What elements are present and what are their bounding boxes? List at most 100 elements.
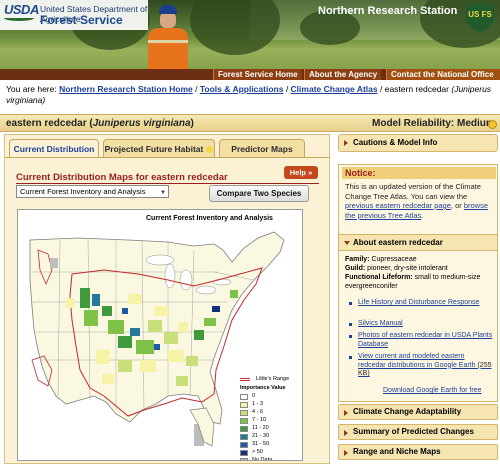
- breadcrumb-prefix: You are here:: [6, 84, 60, 94]
- breadcrumb-separator: /: [192, 84, 200, 94]
- tab-label: Predictor Maps: [231, 144, 293, 154]
- legend-item: 4 - 6: [240, 409, 302, 417]
- notice-text: This is an updated version of the Climat…: [345, 182, 495, 220]
- legend-swatch: [240, 394, 248, 400]
- summary-predicted-changes-header[interactable]: Summary of Predicted Changes: [338, 424, 498, 440]
- guild-label: Guild:: [345, 265, 366, 272]
- legend-swatch: [240, 442, 248, 448]
- star-icon: [206, 146, 214, 154]
- cautions-label: Cautions & Model Info: [353, 138, 438, 147]
- breadcrumb-link-tools[interactable]: Tools & Applications: [200, 84, 284, 94]
- legend-swatch: [240, 410, 248, 416]
- legend-label: > 50: [252, 449, 263, 455]
- notice-text-part: , or: [450, 201, 464, 210]
- importance-value-title: Importance Value: [240, 385, 286, 391]
- breadcrumb-link-atlas[interactable]: Climate Change Atlas: [291, 84, 378, 94]
- map-type-select[interactable]: Current Forest Inventory and Analysis ▼: [16, 185, 169, 198]
- tab-projected-future-habitat[interactable]: Projected Future Habitat: [103, 139, 215, 157]
- help-button[interactable]: Help »: [284, 166, 318, 179]
- range-niche-maps-header[interactable]: Range and Niche Maps: [338, 444, 498, 460]
- lifeform-label: Functional Lifeform:: [345, 274, 413, 281]
- usda-logo: USDA: [4, 3, 39, 23]
- page-title: eastern redcedar (Juniperus virginiana): [6, 118, 194, 129]
- chevron-down-icon: [344, 241, 350, 245]
- family-label: Family:: [345, 256, 370, 263]
- google-earth-link[interactable]: View current and modeled eastern redceda…: [349, 353, 493, 379]
- legend-item: 0: [240, 393, 302, 401]
- legend-swatch: [240, 434, 248, 440]
- breadcrumb-current: eastern redcedar: [384, 84, 449, 94]
- nav-contact-national-office[interactable]: Contact the National Office: [386, 69, 500, 80]
- legend-label: 21 - 30: [252, 433, 270, 439]
- tab-label: Projected Future Habitat: [104, 144, 204, 154]
- tab-predictor-maps[interactable]: Predictor Maps: [219, 139, 305, 157]
- forester-photo: [146, 2, 190, 69]
- section-label: Range and Niche Maps: [353, 447, 441, 456]
- download-google-earth-link[interactable]: Download Google Earth for free: [383, 387, 481, 394]
- previous-species-page-link[interactable]: previous eastern redcedar page: [345, 201, 451, 210]
- legend-label: 0: [252, 393, 256, 399]
- distribution-map[interactable]: Current Forest Inventory and Analysis Li…: [17, 209, 303, 461]
- breadcrumb-link-station-home[interactable]: Northern Research Station Home: [59, 84, 193, 94]
- legend-swatch: [240, 418, 248, 424]
- about-species-label: About eastern redcedar: [353, 238, 443, 247]
- nav-forest-service-home[interactable]: Forest Service Home: [213, 69, 302, 80]
- climate-change-adaptability-header[interactable]: Climate Change Adaptability: [338, 404, 498, 420]
- legend-item: 1 - 3: [240, 401, 302, 409]
- map-title: Current Forest Inventory and Analysis: [146, 215, 273, 222]
- header-banner: USDA United States Department of Agricul…: [0, 0, 500, 69]
- about-species-header[interactable]: About eastern redcedar: [339, 235, 497, 251]
- map-type-select-value: Current Forest Inventory and Analysis: [20, 187, 146, 196]
- chevron-down-icon: ▼: [160, 190, 166, 196]
- legend-label: No Data: [252, 457, 273, 461]
- legend-item: No Data: [240, 457, 302, 461]
- legend-item: 7 - 10: [240, 417, 302, 425]
- family-value: Cupressaceae: [371, 256, 417, 263]
- about-species-box: About eastern redcedar Family: Cupressac…: [338, 234, 498, 402]
- notice-title: Notice:: [342, 167, 496, 179]
- station-name[interactable]: Northern Research Station: [318, 5, 457, 17]
- silvics-manual-link[interactable]: Silvics Manual: [349, 320, 493, 329]
- lifeform-info: Functional Lifeform: small to medium-siz…: [345, 274, 493, 291]
- legend-label: 1 - 3: [252, 401, 264, 407]
- chevron-right-icon: [344, 410, 348, 416]
- link-label: Photos of eastern redcedar in USDA Plant…: [358, 332, 493, 348]
- legend-label: 4 - 6: [252, 409, 264, 415]
- legend-swatch: [240, 426, 248, 432]
- breadcrumb-separator: /: [283, 84, 291, 94]
- chevron-right-icon: [344, 140, 348, 146]
- legend-item: 31 - 50: [240, 441, 302, 449]
- cautions-model-info-header[interactable]: Cautions & Model Info: [338, 134, 498, 152]
- chevron-right-icon: [344, 450, 348, 456]
- distribution-panel: Current Distribution Projected Future Ha…: [4, 134, 330, 464]
- reliability-indicator-icon: [488, 120, 497, 129]
- nav-about-the-agency[interactable]: About the Agency: [304, 69, 382, 80]
- usda-logo-box[interactable]: USDA United States Department of Agricul…: [0, 0, 148, 30]
- guild-info: Guild: pioneer, dry-site intolerant: [345, 265, 493, 274]
- notice-text-part: .: [421, 210, 424, 220]
- guild-value: pioneer, dry-site intolerant: [367, 265, 448, 272]
- legend-swatch: [240, 402, 248, 408]
- legend-item: 11 - 20: [240, 425, 302, 433]
- top-navigation: Forest Service Home About the Agency Con…: [0, 69, 500, 80]
- model-reliability: Model Reliability: Medium: [372, 118, 495, 129]
- littles-range-swatch: [240, 378, 250, 381]
- section-label: Summary of Predicted Changes: [353, 427, 474, 436]
- notice-text-part: This is an updated version of the Climat…: [345, 182, 481, 201]
- link-label: Silvics Manual: [358, 320, 403, 327]
- link-label: Life History and Disturbance Response: [358, 299, 480, 306]
- link-label: View current and modeled eastern redceda…: [358, 353, 476, 369]
- legend-label: 31 - 50: [252, 441, 270, 447]
- agency-name: Forest Service: [40, 13, 123, 27]
- legend-item: > 50: [240, 449, 302, 457]
- legend-swatch: [240, 458, 248, 460]
- section-label: Climate Change Adaptability: [353, 407, 462, 416]
- life-history-link[interactable]: Life History and Disturbance Response: [349, 299, 493, 308]
- usda-plants-photos-link[interactable]: Photos of eastern redcedar in USDA Plant…: [349, 332, 493, 349]
- compare-two-species-button[interactable]: Compare Two Species: [209, 185, 309, 202]
- species-common-name: eastern redcedar: [6, 118, 87, 129]
- species-title-bar: eastern redcedar (Juniperus virginiana) …: [0, 114, 500, 132]
- banner-tree: [190, 0, 280, 55]
- tab-current-distribution[interactable]: Current Distribution: [9, 139, 99, 157]
- legend-label: 7 - 10: [252, 417, 267, 423]
